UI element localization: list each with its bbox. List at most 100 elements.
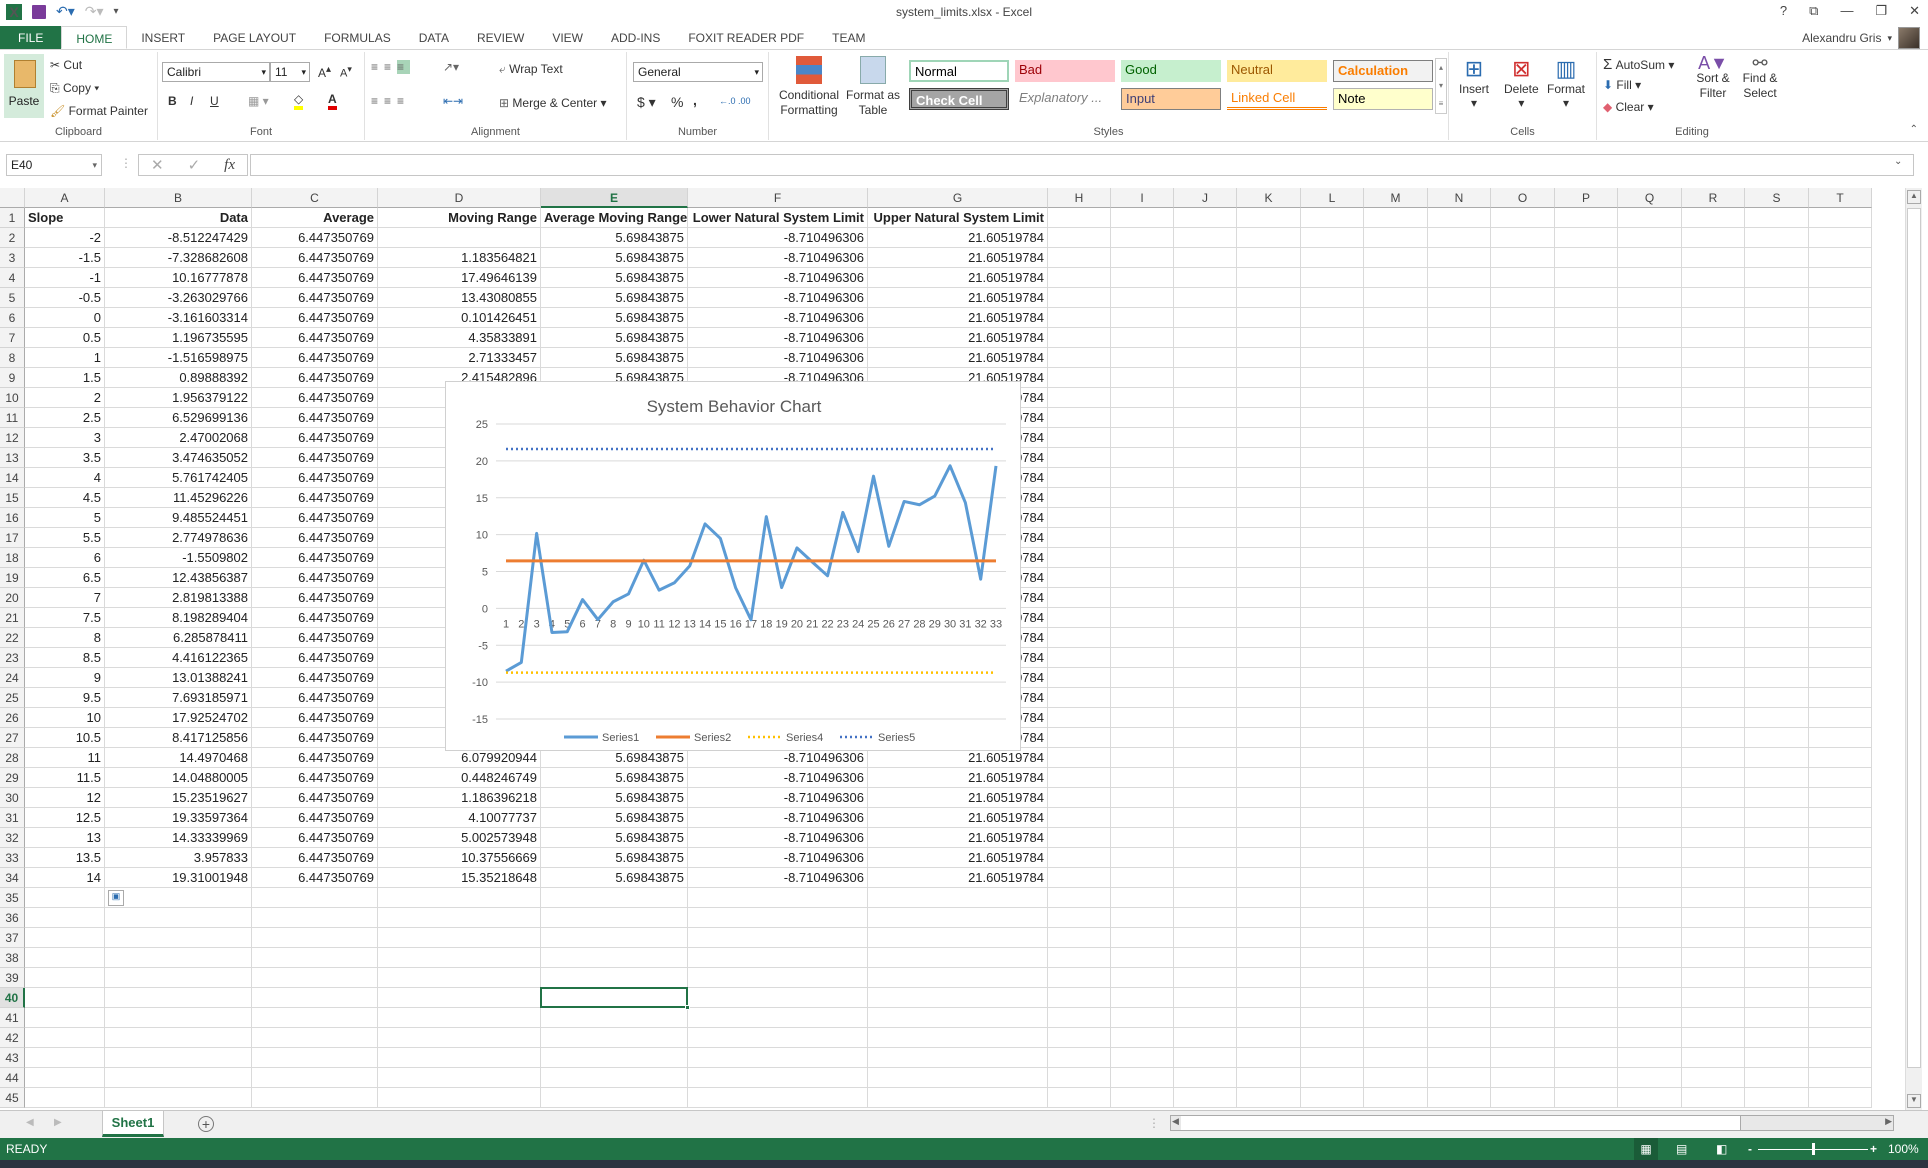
data-cell[interactable]: 11.45296226 (105, 488, 252, 508)
empty-cell[interactable] (25, 1028, 105, 1048)
empty-cell[interactable] (1809, 448, 1872, 468)
empty-cell[interactable] (1682, 1048, 1745, 1068)
data-cell[interactable]: 5.002573948 (378, 828, 541, 848)
empty-cell[interactable] (1111, 788, 1174, 808)
copy-button[interactable]: ⎘ Copy ▾ (50, 81, 99, 96)
empty-cell[interactable] (105, 988, 252, 1008)
empty-cell[interactable] (1364, 288, 1428, 308)
empty-cell[interactable] (1555, 928, 1618, 948)
empty-cell[interactable] (1809, 348, 1872, 368)
column-header-g[interactable]: G (868, 188, 1048, 208)
empty-cell[interactable] (1237, 288, 1301, 308)
data-cell[interactable]: 21.60519784 (868, 228, 1048, 248)
empty-cell[interactable] (1301, 528, 1364, 548)
empty-cell[interactable] (1174, 768, 1237, 788)
empty-cell[interactable] (1809, 648, 1872, 668)
data-cell[interactable]: 5.69843875 (541, 328, 688, 348)
empty-cell[interactable] (1174, 428, 1237, 448)
empty-cell[interactable] (1048, 308, 1111, 328)
empty-cell[interactable] (25, 1088, 105, 1108)
empty-cell[interactable] (541, 1008, 688, 1028)
empty-cell[interactable] (1555, 488, 1618, 508)
empty-cell[interactable] (1364, 708, 1428, 728)
empty-cell[interactable] (1682, 408, 1745, 428)
row-header[interactable]: 44 (0, 1068, 25, 1088)
empty-cell[interactable] (1048, 1068, 1111, 1088)
cell-style-linked-cell[interactable]: Linked Cell (1227, 88, 1327, 110)
empty-cell[interactable] (1745, 268, 1809, 288)
empty-cell[interactable] (1301, 508, 1364, 528)
empty-cell[interactable] (1809, 1028, 1872, 1048)
empty-cell[interactable] (1174, 368, 1237, 388)
data-cell[interactable]: 5.69843875 (541, 768, 688, 788)
data-cell[interactable]: 6.447350769 (252, 228, 378, 248)
data-cell[interactable] (378, 228, 541, 248)
empty-cell[interactable] (252, 1088, 378, 1108)
empty-cell[interactable] (1048, 488, 1111, 508)
empty-cell[interactable] (1174, 588, 1237, 608)
data-cell[interactable]: -8.710496306 (688, 348, 868, 368)
fill-button[interactable]: ⬇ Fill ▾ (1603, 78, 1641, 92)
merge-center-button[interactable]: ⊞ Merge & Center ▾ (499, 96, 606, 110)
data-cell[interactable]: 10.37556669 (378, 848, 541, 868)
empty-cell[interactable] (1364, 1068, 1428, 1088)
empty-cell[interactable] (1048, 608, 1111, 628)
column-header-e[interactable]: E (541, 188, 688, 208)
data-cell[interactable]: -8.710496306 (688, 248, 868, 268)
data-cell[interactable]: 6.5 (25, 568, 105, 588)
empty-cell[interactable] (1555, 1068, 1618, 1088)
empty-cell[interactable] (1745, 868, 1809, 888)
data-cell[interactable]: 19.33597364 (105, 808, 252, 828)
empty-cell[interactable] (1301, 588, 1364, 608)
empty-cell[interactable] (105, 968, 252, 988)
empty-cell[interactable] (1301, 368, 1364, 388)
empty-cell[interactable] (1618, 728, 1682, 748)
empty-cell[interactable] (1174, 708, 1237, 728)
empty-cell[interactable] (1428, 868, 1491, 888)
empty-cell[interactable] (1745, 548, 1809, 568)
empty-cell[interactable] (1745, 248, 1809, 268)
empty-cell[interactable] (1364, 248, 1428, 268)
empty-cell[interactable] (1301, 768, 1364, 788)
empty-cell[interactable] (1491, 688, 1555, 708)
empty-cell[interactable] (1618, 768, 1682, 788)
empty-cell[interactable] (1618, 1088, 1682, 1108)
empty-cell[interactable] (1364, 1048, 1428, 1068)
empty-cell[interactable] (1111, 288, 1174, 308)
empty-cell[interactable] (1301, 948, 1364, 968)
empty-cell[interactable] (1111, 968, 1174, 988)
data-cell[interactable]: -8.710496306 (688, 768, 868, 788)
empty-cell[interactable] (1174, 1048, 1237, 1068)
empty-cell[interactable] (1745, 768, 1809, 788)
data-cell[interactable]: 19.31001948 (105, 868, 252, 888)
data-cell[interactable]: 17.49646139 (378, 268, 541, 288)
empty-cell[interactable] (1618, 528, 1682, 548)
empty-cell[interactable] (1555, 828, 1618, 848)
row-header[interactable]: 37 (0, 928, 25, 948)
empty-cell[interactable] (1555, 1088, 1618, 1108)
empty-cell[interactable] (1745, 468, 1809, 488)
data-cell[interactable]: 6.447350769 (252, 628, 378, 648)
empty-cell[interactable] (1174, 468, 1237, 488)
empty-cell[interactable] (1048, 908, 1111, 928)
empty-cell[interactable] (1174, 788, 1237, 808)
empty-cell[interactable] (252, 1028, 378, 1048)
empty-cell[interactable] (1174, 628, 1237, 648)
empty-cell[interactable] (1745, 728, 1809, 748)
empty-cell[interactable] (1428, 648, 1491, 668)
empty-cell[interactable] (1491, 588, 1555, 608)
empty-cell[interactable] (1491, 308, 1555, 328)
empty-cell[interactable] (1111, 428, 1174, 448)
data-cell[interactable]: 13.01388241 (105, 668, 252, 688)
tab-view[interactable]: VIEW (538, 26, 597, 49)
empty-cell[interactable] (25, 1068, 105, 1088)
empty-cell[interactable] (1237, 668, 1301, 688)
empty-cell[interactable] (1428, 388, 1491, 408)
empty-cell[interactable] (1618, 288, 1682, 308)
data-cell[interactable]: 12.43856387 (105, 568, 252, 588)
empty-cell[interactable] (1491, 628, 1555, 648)
empty-cell[interactable] (25, 988, 105, 1008)
empty-cell[interactable] (1682, 768, 1745, 788)
data-cell[interactable]: 4.35833891 (378, 328, 541, 348)
empty-cell[interactable] (1428, 228, 1491, 248)
